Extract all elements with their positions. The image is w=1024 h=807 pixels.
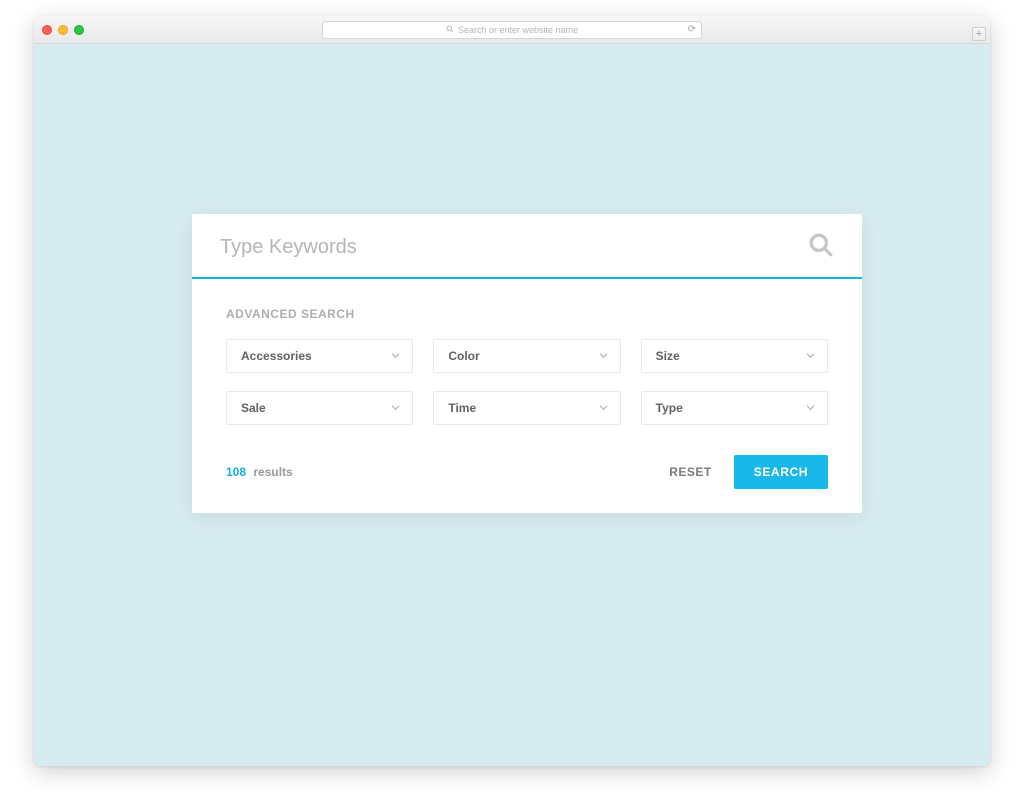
- results-label: results: [253, 465, 292, 479]
- url-bar[interactable]: Search or enter website name ⟳: [322, 21, 702, 39]
- browser-titlebar: Search or enter website name ⟳ +: [34, 16, 990, 44]
- browser-window: Search or enter website name ⟳ + ADVANCE…: [34, 16, 990, 766]
- chevron-down-icon: [806, 349, 815, 363]
- select-label: Color: [448, 349, 479, 363]
- search-icon: [446, 25, 454, 35]
- select-size[interactable]: Size: [641, 339, 828, 373]
- results-summary: 108 results: [226, 465, 293, 479]
- url-placeholder: Search or enter website name: [458, 25, 578, 35]
- select-time[interactable]: Time: [433, 391, 620, 425]
- close-window-button[interactable]: [42, 25, 52, 35]
- select-color[interactable]: Color: [433, 339, 620, 373]
- page-viewport: ADVANCED SEARCH Accessories Color Size: [34, 44, 990, 766]
- search-input-row: [192, 214, 862, 279]
- search-icon[interactable]: [808, 232, 834, 263]
- reset-button[interactable]: RESET: [669, 465, 712, 479]
- select-label: Sale: [241, 401, 266, 415]
- search-card: ADVANCED SEARCH Accessories Color Size: [192, 214, 862, 513]
- new-tab-button[interactable]: +: [972, 27, 986, 41]
- filter-grid: Accessories Color Size Sale: [226, 339, 828, 425]
- select-label: Accessories: [241, 349, 312, 363]
- search-button[interactable]: SEARCH: [734, 455, 828, 489]
- results-count: 108: [226, 465, 246, 479]
- maximize-window-button[interactable]: [74, 25, 84, 35]
- chevron-down-icon: [391, 349, 400, 363]
- chevron-down-icon: [599, 349, 608, 363]
- select-type[interactable]: Type: [641, 391, 828, 425]
- chevron-down-icon: [391, 401, 400, 415]
- minimize-window-button[interactable]: [58, 25, 68, 35]
- select-label: Size: [656, 349, 680, 363]
- select-label: Time: [448, 401, 476, 415]
- advanced-search-label: ADVANCED SEARCH: [226, 307, 828, 321]
- select-sale[interactable]: Sale: [226, 391, 413, 425]
- chevron-down-icon: [599, 401, 608, 415]
- footer-row: 108 results RESET SEARCH: [226, 455, 828, 489]
- advanced-search-section: ADVANCED SEARCH Accessories Color Size: [192, 279, 862, 513]
- footer-actions: RESET SEARCH: [669, 455, 828, 489]
- keywords-input[interactable]: [220, 236, 808, 259]
- select-label: Type: [656, 401, 683, 415]
- refresh-icon[interactable]: ⟳: [688, 24, 696, 35]
- traffic-lights: [42, 25, 84, 35]
- select-accessories[interactable]: Accessories: [226, 339, 413, 373]
- chevron-down-icon: [806, 401, 815, 415]
